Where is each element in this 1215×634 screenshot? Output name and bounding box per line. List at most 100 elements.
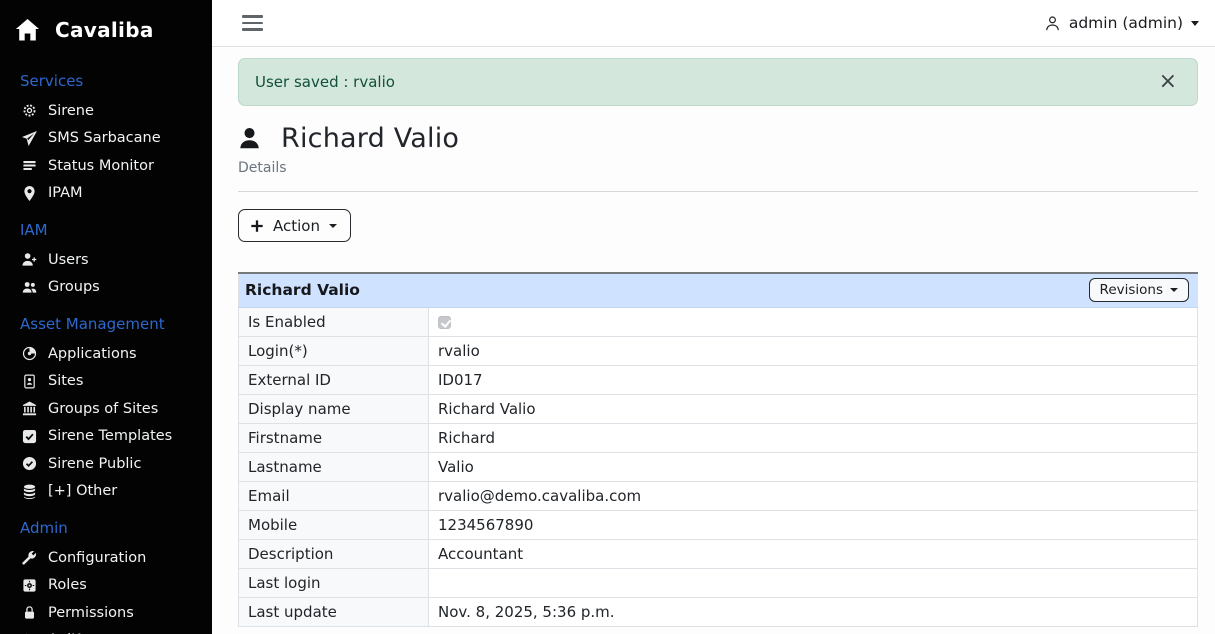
send-icon bbox=[22, 131, 37, 146]
field-label: Firstname bbox=[239, 423, 429, 452]
brand[interactable]: Cavaliba bbox=[0, 0, 212, 58]
section-label-services: Services bbox=[0, 71, 212, 91]
divider bbox=[238, 191, 1198, 192]
revisions-button-label: Revisions bbox=[1100, 282, 1163, 298]
field-value: ID017 bbox=[429, 365, 1198, 394]
action-button-label: Action bbox=[273, 217, 320, 235]
sidebar-item-label: Sites bbox=[48, 373, 83, 389]
sidebar-section-iam: IAM Users Groups bbox=[0, 220, 212, 301]
field-value: rvalio bbox=[429, 336, 1198, 365]
main-content: User saved : rvalio × Richard Valio Deta… bbox=[212, 47, 1215, 634]
sidebar-item-status-monitor[interactable]: Status Monitor bbox=[0, 152, 212, 180]
table-row: Mobile 1234567890 bbox=[239, 510, 1198, 539]
table-row: Lastname Valio bbox=[239, 452, 1198, 481]
sidebar-item-users[interactable]: Users bbox=[0, 246, 212, 274]
topbar: admin (admin) bbox=[212, 0, 1215, 47]
field-value bbox=[429, 568, 1198, 597]
sidebar-item-label: Groups bbox=[48, 279, 100, 295]
sidebar-item-groups-of-sites[interactable]: Groups of Sites bbox=[0, 395, 212, 423]
page-subtitle: Details bbox=[238, 160, 1198, 176]
brand-name: Cavaliba bbox=[55, 18, 154, 42]
plus-icon bbox=[250, 219, 264, 233]
field-label: Is Enabled bbox=[239, 307, 429, 336]
sidebar-item-apikey[interactable]: ApiKey bbox=[0, 627, 212, 634]
sidebar-item-applications[interactable]: Applications bbox=[0, 340, 212, 368]
person-outline-icon bbox=[1044, 15, 1061, 32]
sidebar-item-sirene-public[interactable]: Sirene Public bbox=[0, 450, 212, 478]
field-label: Last login bbox=[239, 568, 429, 597]
user-menu-dropdown[interactable]: admin (admin) bbox=[1044, 14, 1199, 32]
people-icon bbox=[22, 280, 37, 295]
field-label: Last update bbox=[239, 597, 429, 626]
globe-check-icon bbox=[22, 456, 37, 471]
sidebar-item-label: SMS Sarbacane bbox=[48, 130, 161, 146]
sidebar-item-other[interactable]: [+] Other bbox=[0, 478, 212, 506]
field-label: Mobile bbox=[239, 510, 429, 539]
chevron-down-icon bbox=[1170, 288, 1178, 292]
geo-pin-icon bbox=[22, 186, 37, 201]
field-value bbox=[429, 307, 1198, 336]
sidebar-item-sites[interactable]: Sites bbox=[0, 368, 212, 396]
field-value: Accountant bbox=[429, 539, 1198, 568]
chevron-down-icon bbox=[1191, 21, 1199, 26]
card-header-title: Richard Valio bbox=[245, 281, 360, 299]
person-plus-icon bbox=[22, 252, 37, 267]
table-row: Description Accountant bbox=[239, 539, 1198, 568]
sidebar-item-label: Sirene bbox=[48, 103, 94, 119]
badge-icon bbox=[22, 374, 37, 389]
sidebar-item-roles[interactable]: Roles bbox=[0, 572, 212, 600]
table-row: Firstname Richard bbox=[239, 423, 1198, 452]
table-row: Login(*) rvalio bbox=[239, 336, 1198, 365]
person-fill-icon bbox=[238, 127, 261, 150]
sidebar-item-label: Groups of Sites bbox=[48, 401, 158, 417]
page-title-text: Richard Valio bbox=[281, 123, 459, 154]
sidebar-item-configuration[interactable]: Configuration bbox=[0, 544, 212, 572]
field-label: Lastname bbox=[239, 452, 429, 481]
revisions-dropdown-button[interactable]: Revisions bbox=[1089, 278, 1189, 302]
sidebar: Cavaliba Services Sirene SMS Sarbacane S… bbox=[0, 0, 212, 634]
user-details-table: Richard Valio Revisions Is Enabled Login… bbox=[238, 272, 1198, 627]
sidebar-item-sirene-templates[interactable]: Sirene Templates bbox=[0, 423, 212, 451]
sidebar-item-ipam[interactable]: IPAM bbox=[0, 180, 212, 208]
vault-icon bbox=[22, 578, 37, 593]
sidebar-item-label: Status Monitor bbox=[48, 158, 154, 174]
user-label: admin (admin) bbox=[1069, 14, 1183, 32]
field-label: Description bbox=[239, 539, 429, 568]
table-row: External ID ID017 bbox=[239, 365, 1198, 394]
field-label: Login(*) bbox=[239, 336, 429, 365]
is-enabled-checkbox[interactable] bbox=[438, 316, 451, 329]
bank-icon bbox=[22, 401, 37, 416]
close-icon: × bbox=[1159, 69, 1177, 94]
field-label: External ID bbox=[239, 365, 429, 394]
table-row: Is Enabled bbox=[239, 307, 1198, 336]
sidebar-section-asset-management: Asset Management Applications Sites bbox=[0, 314, 212, 505]
sidebar-item-label: IPAM bbox=[48, 185, 83, 201]
success-alert: User saved : rvalio × bbox=[238, 58, 1198, 106]
sidebar-item-sirene[interactable]: Sirene bbox=[0, 97, 212, 125]
sidebar-item-label: [+] Other bbox=[48, 483, 117, 499]
check-square-icon bbox=[22, 429, 37, 444]
table-row: Last login bbox=[239, 568, 1198, 597]
sidebar-item-label: Permissions bbox=[48, 605, 134, 621]
sidebar-item-sms-sarbacane[interactable]: SMS Sarbacane bbox=[0, 125, 212, 153]
section-label-asset-management: Asset Management bbox=[0, 314, 212, 334]
home-icon bbox=[15, 18, 40, 43]
field-value: Richard bbox=[429, 423, 1198, 452]
action-dropdown-button[interactable]: Action bbox=[238, 209, 351, 242]
sidebar-section-admin: Admin Configuration Roles Permissions bbox=[0, 518, 212, 634]
field-value: Valio bbox=[429, 452, 1198, 481]
chevron-down-icon bbox=[329, 224, 337, 228]
alert-close-button[interactable]: × bbox=[1149, 65, 1187, 99]
table-row: Email rvalio@demo.cavaliba.com bbox=[239, 481, 1198, 510]
sidebar-section-services: Services Sirene SMS Sarbacane Status Mon… bbox=[0, 71, 212, 207]
sidebar-item-label: Roles bbox=[48, 577, 87, 593]
section-label-iam: IAM bbox=[0, 220, 212, 240]
table-row: Display name Richard Valio bbox=[239, 394, 1198, 423]
sidebar-item-groups[interactable]: Groups bbox=[0, 274, 212, 302]
table-row: Last update Nov. 8, 2025, 5:36 p.m. bbox=[239, 597, 1198, 626]
page-title: Richard Valio bbox=[238, 123, 1198, 154]
sidebar-item-permissions[interactable]: Permissions bbox=[0, 599, 212, 627]
sidebar-item-label: Configuration bbox=[48, 550, 146, 566]
hamburger-icon[interactable] bbox=[240, 11, 265, 35]
field-label: Email bbox=[239, 481, 429, 510]
